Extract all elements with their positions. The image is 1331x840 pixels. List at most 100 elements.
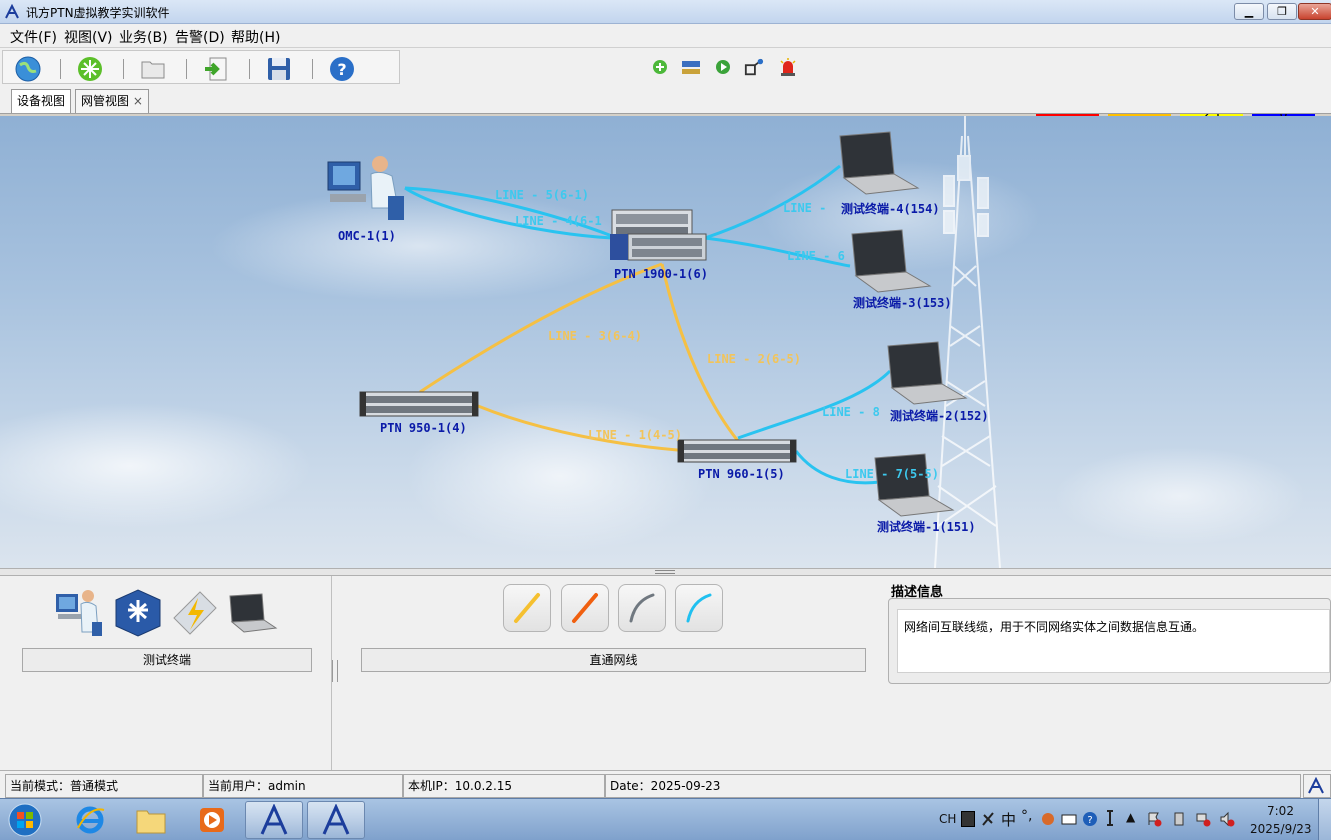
tools-icon[interactable] [744,57,764,77]
tab-nms-view[interactable]: 网管视图 × [75,89,149,113]
toolbar-separator [123,59,124,79]
node-label-ptn950[interactable]: PTN 950-1(4) [380,421,467,435]
laptop-t153-icon[interactable] [851,229,932,293]
laptop-icon[interactable] [226,592,278,634]
link-label-8[interactable]: LINE - 8 [822,405,880,419]
link-label-4[interactable]: LINE - 4(6-1 [515,214,602,228]
cable-gray-icon[interactable] [618,584,666,632]
minimize-button[interactable]: ▁ [1234,3,1264,20]
show-desktop-button[interactable] [1318,799,1331,840]
cable-cyan-icon[interactable] [675,584,723,632]
window-title: 讯方PTN虚拟教学实训软件 [26,6,170,20]
node-label-t151[interactable]: 测试终端-1(151) [877,518,976,535]
globe-icon[interactable] [13,54,43,84]
node-label-omc[interactable]: OMC-1(1) [338,229,396,243]
switch-icon[interactable] [112,586,164,638]
tab-label: 设备视图 [17,94,66,108]
help-icon[interactable]: ? [327,54,357,84]
ime-punctuation-icon[interactable]: °, [1021,808,1032,824]
cable-orange-icon[interactable] [561,584,609,632]
node-label-t152[interactable]: 测试终端-2(152) [890,407,989,424]
tab-device-view[interactable]: 设备视图 [11,89,72,113]
toolbar-separator [186,59,187,79]
title-bar: 讯方PTN虚拟教学实训软件 ▁ ❐ ✕ [0,0,1331,24]
link-label-t151[interactable]: LINE - 7(5-5) [845,467,939,481]
status-bar: 当前模式：普通模式 当前用户：admin 本机IP：10.0.2.15 Date… [0,770,1331,798]
link-label-t154[interactable]: LINE - [783,201,826,215]
ptn960-device-icon[interactable] [677,439,797,463]
menu-help[interactable]: 帮助(H) [231,27,280,47]
horizontal-splitter[interactable] [0,568,1331,576]
folder-icon[interactable] [138,54,168,84]
ime-tool-icon[interactable] [980,811,996,827]
save-icon[interactable] [264,54,294,84]
topology-canvas[interactable]: OMC-1(1) PTN 1900-1(6) PTN 950-1(4) PTN … [0,116,1331,568]
node-label-t153[interactable]: 测试终端-3(153) [853,294,952,311]
add-icon[interactable] [650,57,670,77]
lightning-icon[interactable] [170,588,220,638]
laptop-t154-icon[interactable] [839,131,920,195]
ime-settings-icon[interactable] [1104,807,1116,829]
lang-indicator[interactable]: CH [939,812,956,826]
laptop-t152-icon[interactable] [887,341,968,405]
os-taskbar: CH 中 °, ? ▲ 7:02 2025/9/23 [0,798,1331,840]
media-player-icon[interactable] [183,801,241,839]
menu-view[interactable]: 视图(V) [64,27,113,47]
tab-label: 网管视图 [81,94,130,108]
node-label-ptn1900[interactable]: PTN 1900-1(6) [614,267,708,281]
ime-help-icon[interactable]: ? [1082,811,1098,827]
ime-grid-icon[interactable] [961,811,975,827]
toolbar-separator [60,59,61,79]
close-button[interactable]: ✕ [1298,3,1331,20]
menu-alarm[interactable]: 告警(D) [175,27,225,47]
tab-bar: 设备视图 网管视图 × [0,86,1331,114]
link-label-3[interactable]: LINE - 3(6-4) [548,329,642,343]
panel-splitter-grip[interactable] [332,660,338,682]
network-icon[interactable] [75,54,105,84]
topology-svg [327,116,1001,568]
operator-icon[interactable] [54,588,106,638]
node-label-ptn960[interactable]: PTN 960-1(5) [698,467,785,481]
alarm-light-icon[interactable] [778,57,798,77]
tray-expand-icon[interactable]: ▲ [1126,810,1135,824]
network-tray-icon[interactable] [1195,811,1211,827]
svg-text:?: ? [337,60,346,79]
node-label-t154[interactable]: 测试终端-4(154) [841,200,940,217]
menu-file[interactable]: 文件(F) [10,27,57,47]
tab-close-icon[interactable]: × [133,94,143,108]
status-ip: 本机IP：10.0.2.15 [403,774,605,798]
action-center-icon[interactable] [1146,811,1162,827]
ime-mode[interactable]: 中 [1001,809,1016,830]
volume-muted-icon[interactable] [1219,811,1235,827]
ie-icon[interactable] [61,801,119,839]
clock-time[interactable]: 7:02 [1267,804,1294,818]
link-line-3[interactable] [419,262,663,394]
ime-keyboard-icon[interactable] [1061,811,1077,827]
toolbar-separator [312,59,313,79]
start-button[interactable] [0,801,50,839]
link-label-1[interactable]: LINE - 1(4-5) [588,428,682,442]
usb-icon[interactable] [1171,811,1187,827]
toolbar-separator [249,59,250,79]
link-label-2[interactable]: LINE - 2(6-5) [707,352,801,366]
taskbar-app-ptn-1[interactable] [245,801,303,839]
ptn1900-device-icon[interactable] [610,209,707,261]
export-icon[interactable] [201,54,231,84]
link-label-t153[interactable]: LINE - 6 [787,249,845,263]
config-icon[interactable] [681,57,701,77]
menu-service[interactable]: 业务(B) [119,27,168,47]
cable-yellow-icon[interactable] [503,584,551,632]
clock-date[interactable]: 2025/9/23 [1250,822,1312,836]
ptn950-device-icon[interactable] [359,391,479,417]
taskbar-app-ptn-2[interactable] [307,801,365,839]
toolbar: ? 23 0 [0,48,1331,124]
link-label-5[interactable]: LINE - 5(6-1) [495,188,589,202]
ime-skin-icon[interactable] [1040,811,1056,827]
explorer-icon[interactable] [122,801,180,839]
splitter-grip-icon[interactable] [655,570,675,574]
maximize-button[interactable]: ❐ [1267,3,1297,20]
omc-device-icon[interactable] [327,156,404,220]
status-mode: 当前模式：普通模式 [5,774,203,798]
svg-text:?: ? [1087,815,1092,826]
play-icon[interactable] [713,57,733,77]
